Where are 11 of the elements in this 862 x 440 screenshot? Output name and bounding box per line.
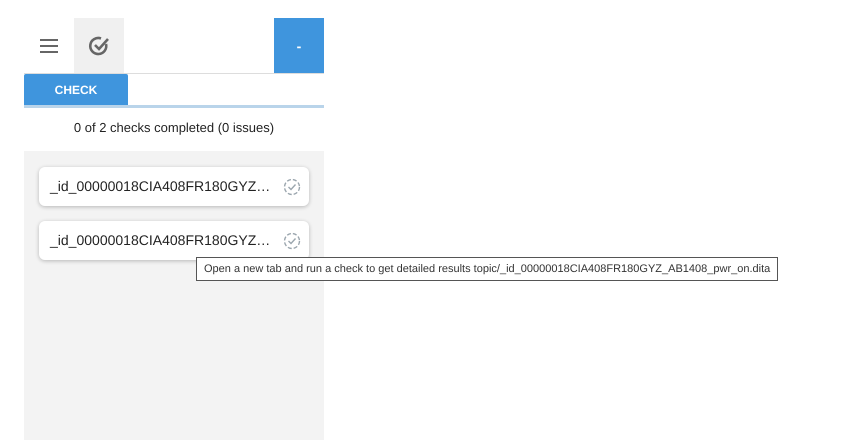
check-name: _id_00000018CIA408FR180GYZ… [50, 231, 270, 250]
menu-icon[interactable] [39, 38, 59, 52]
tooltip: Open a new tab and run a check to get detailed results topic/_id_00000018CIA408FR180GYZ_AB1408_pwr_on.dita [196, 257, 778, 281]
checker-tool-button[interactable] [74, 18, 124, 73]
check-item[interactable]: _id_00000018CIA408FR180GYZ… [39, 167, 309, 206]
check-name: _id_00000018CIA408FR180GYZ… [50, 177, 270, 196]
check-circle-icon [88, 34, 110, 56]
pending-check-icon [283, 232, 301, 250]
pending-check-icon [283, 178, 301, 196]
checks-summary: 0 of 2 checks completed (0 issues) [72, 119, 276, 137]
check-item[interactable]: _id_00000018CIA408FR180GYZ… [39, 221, 309, 260]
